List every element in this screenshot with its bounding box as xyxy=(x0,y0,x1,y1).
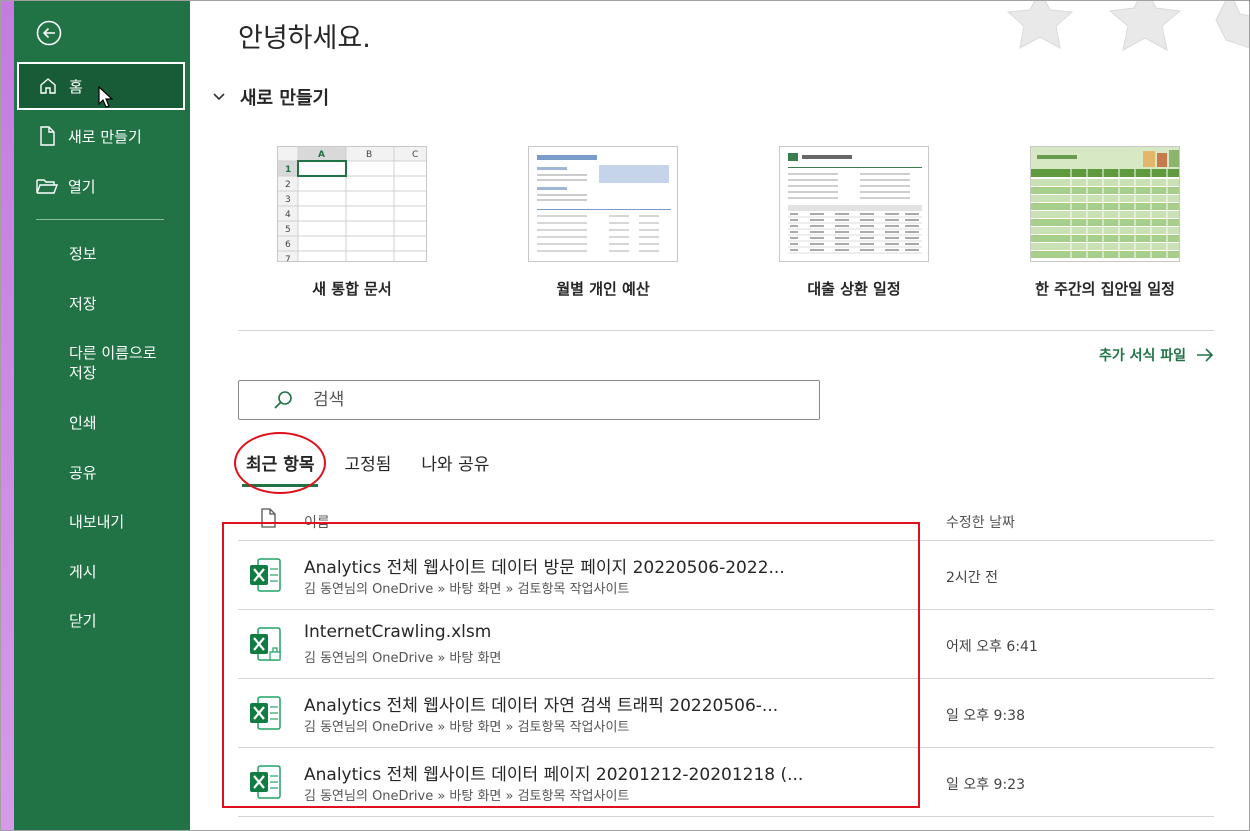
home-icon xyxy=(37,75,59,97)
sidebar-item-close[interactable]: 닫기 xyxy=(69,611,97,631)
new-section-header[interactable]: 새로 만들기 xyxy=(212,84,329,110)
annotation-ellipse xyxy=(234,432,326,494)
column-header-a: A xyxy=(318,150,325,160)
monthly-budget-thumbnail xyxy=(528,146,678,262)
sidebar-item-export[interactable]: 내보내기 xyxy=(69,512,124,532)
search-icon xyxy=(274,391,292,409)
sidebar-item-label: 새로 만들기 xyxy=(68,127,142,146)
column-header-c: C xyxy=(412,150,418,160)
file-date: 2시간 전 xyxy=(946,570,998,586)
window-edge xyxy=(0,0,14,831)
more-templates-label: 추가 서식 파일 xyxy=(1098,348,1186,364)
search-box[interactable] xyxy=(238,380,820,420)
loan-schedule-thumbnail xyxy=(779,146,929,262)
row-header-5: 5 xyxy=(285,225,291,235)
file-date: 어제 오후 6:41 xyxy=(946,639,1038,655)
row-header-2: 2 xyxy=(285,180,291,190)
folder-open-icon xyxy=(36,175,58,197)
sidebar-item-info[interactable]: 정보 xyxy=(69,244,97,264)
sidebar-item-label: 홈 xyxy=(69,77,83,96)
file-date: 일 오후 9:38 xyxy=(946,708,1025,724)
row-header-7: 7 xyxy=(285,255,291,262)
sidebar-divider xyxy=(36,219,164,220)
header-decoration-stars xyxy=(1006,0,1250,51)
row-header-3: 3 xyxy=(285,195,291,205)
template-monthly-budget[interactable]: 월별 개인 예산 xyxy=(503,146,703,299)
chevron-down-icon xyxy=(213,93,225,101)
sidebar-item-share[interactable]: 공유 xyxy=(69,463,97,483)
template-loan-schedule[interactable]: 대출 상환 일정 xyxy=(754,146,954,299)
tab-pinned[interactable]: 고정됨 xyxy=(344,450,391,487)
sidebar-item-open[interactable]: 열기 xyxy=(18,172,186,200)
mouse-cursor-icon xyxy=(98,86,114,108)
section-title: 새로 만들기 xyxy=(240,88,330,109)
template-blank-workbook[interactable]: A B C 1 2 3 4 5 6 7 새 통합 문서 xyxy=(252,146,452,299)
sidebar-item-label: 열기 xyxy=(68,177,96,196)
sidebar-item-new[interactable]: 새로 만들기 xyxy=(18,122,186,150)
more-templates-link[interactable]: 추가 서식 파일 xyxy=(1099,345,1214,365)
column-header-b: B xyxy=(366,150,372,160)
sidebar-item-publish[interactable]: 게시 xyxy=(69,562,97,582)
template-weekly-chores[interactable]: 한 주간의 집안일 일정 xyxy=(1005,146,1205,299)
arrow-right-icon xyxy=(1197,348,1214,362)
new-file-icon xyxy=(36,125,58,147)
file-date: 일 오후 9:23 xyxy=(946,777,1025,793)
annotation-rectangle xyxy=(222,522,920,808)
blank-workbook-thumbnail: A B C 1 2 3 4 5 6 7 xyxy=(277,146,427,262)
sidebar-item-print[interactable]: 인쇄 xyxy=(69,413,97,433)
backstage-main: 안녕하세요. 새로 만들기 A B C 1 2 3 4 5 6 7 새 통합 문… xyxy=(190,0,1250,831)
template-label: 한 주간의 집안일 일정 xyxy=(1035,280,1175,298)
template-label: 새 통합 문서 xyxy=(312,280,392,298)
excel-backstage-window: 홈 새로 만들기 열기 정보 저장 다른 이름으로 저장 인쇄 공유 내보내기 … xyxy=(0,0,1250,831)
template-label: 대출 상환 일정 xyxy=(807,280,901,298)
backstage-sidebar: 홈 새로 만들기 열기 정보 저장 다른 이름으로 저장 인쇄 공유 내보내기 … xyxy=(14,0,190,831)
row-header-6: 6 xyxy=(285,240,291,250)
search-input[interactable] xyxy=(313,390,713,410)
weekly-chores-thumbnail xyxy=(1030,146,1180,262)
back-arrow-icon[interactable] xyxy=(36,20,62,46)
row-header-1: 1 xyxy=(285,165,291,175)
tab-shared-with-me[interactable]: 나와 공유 xyxy=(421,450,489,487)
sidebar-item-save-as[interactable]: 다른 이름으로 저장 xyxy=(69,343,157,383)
template-label: 월별 개인 예산 xyxy=(556,280,650,298)
page-title: 안녕하세요. xyxy=(238,23,371,54)
section-divider xyxy=(238,330,1214,331)
sidebar-item-save[interactable]: 저장 xyxy=(69,294,97,314)
column-date-header[interactable]: 수정한 날짜 xyxy=(946,512,1015,532)
row-header-4: 4 xyxy=(285,210,291,220)
